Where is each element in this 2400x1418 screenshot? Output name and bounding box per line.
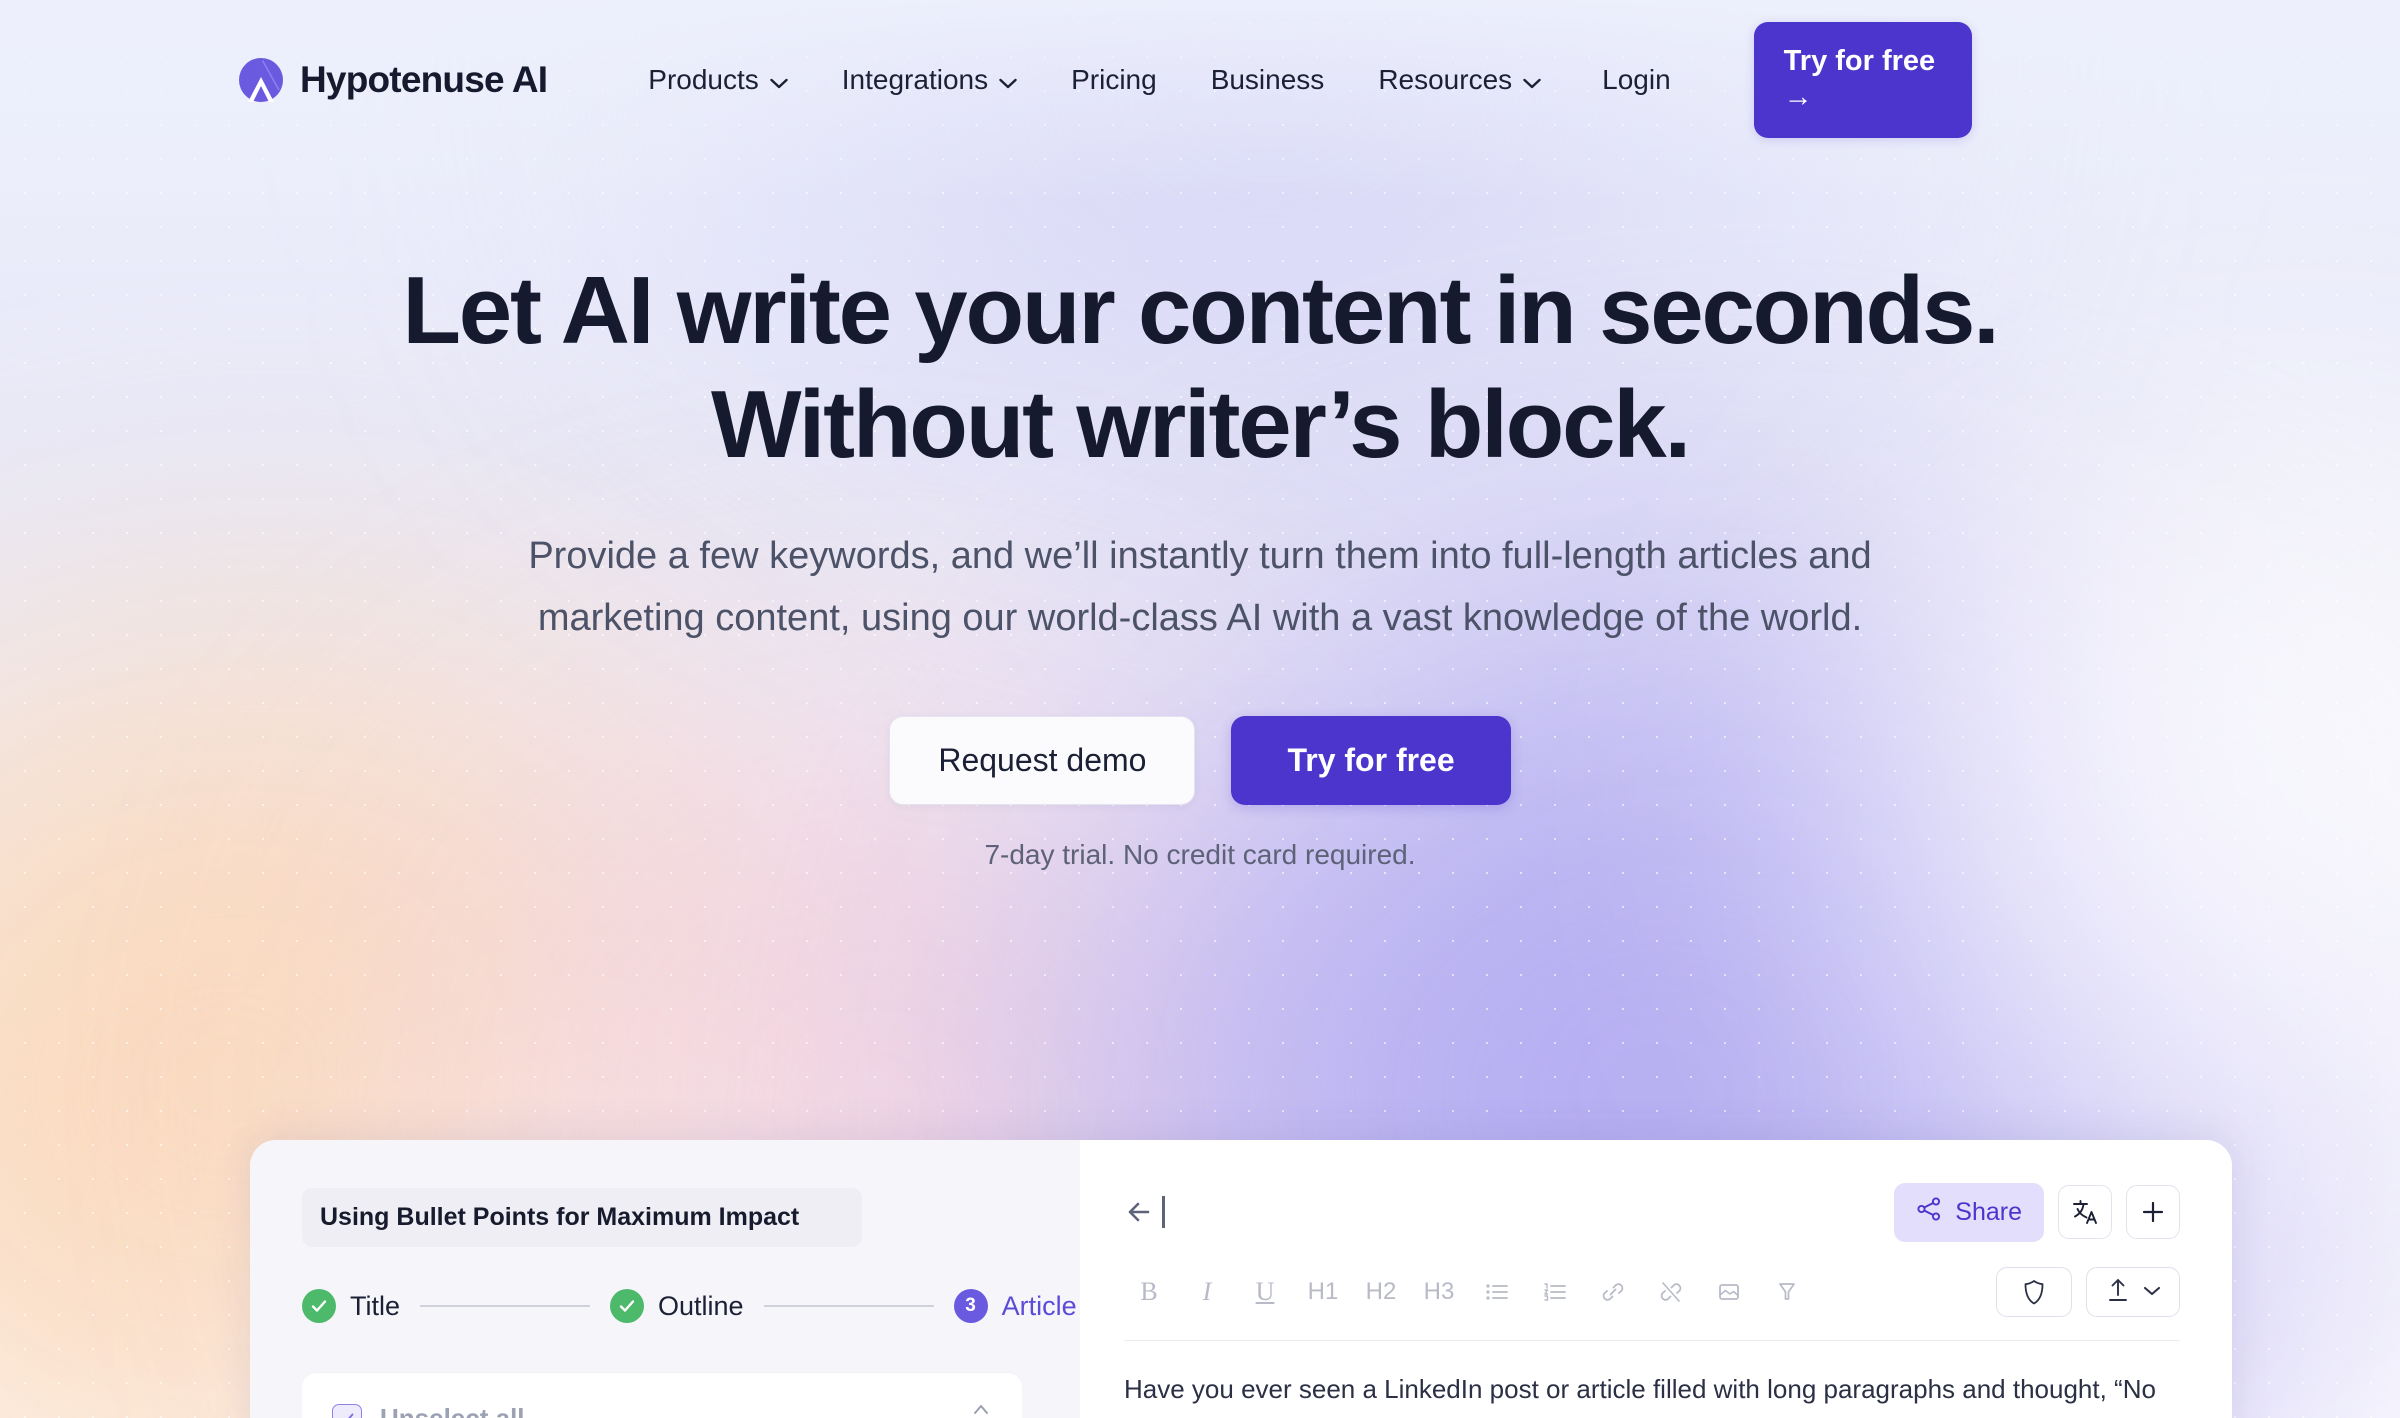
editor-body-text[interactable]: Have you ever seen a LinkedIn post or ar… (1124, 1369, 2180, 1418)
bold-icon[interactable]: B (1124, 1269, 1174, 1315)
article-stepper: Title Outline 3 Article (302, 1289, 1077, 1323)
image-icon[interactable] (1704, 1269, 1754, 1315)
translate-icon[interactable] (2058, 1185, 2112, 1239)
link-icon[interactable] (1588, 1269, 1638, 1315)
heading-3-icon[interactable]: H3 (1414, 1269, 1464, 1315)
hero-subheading: Provide a few keywords, and we’ll instan… (528, 535, 1872, 640)
hero-section: Let AI write your content in seconds. Wi… (0, 160, 2400, 871)
nav-item-business[interactable]: Business (1184, 54, 1352, 106)
nav-item-resources-label: Resources (1378, 64, 1513, 95)
share-button-label: Share (1955, 1197, 2022, 1226)
request-demo-button[interactable]: Request demo (889, 715, 1196, 805)
hero-cta-row: Request demo Try for free (0, 715, 2400, 805)
plus-icon[interactable] (2126, 1185, 2180, 1239)
chevron-down-icon (770, 64, 788, 96)
nav-item-integrations-label: Integrations (841, 64, 989, 95)
check-icon (302, 1289, 336, 1323)
nav-item-business-label: Business (1210, 64, 1325, 95)
share-button[interactable]: Share (1894, 1182, 2044, 1242)
italic-icon[interactable]: I (1182, 1269, 1232, 1315)
brand-logo-link[interactable]: Hypotenuse AI (238, 57, 548, 103)
trial-note: 7-day trial. No credit card required. (984, 838, 1416, 870)
site-header: Hypotenuse AI Products Integrations Pric… (0, 0, 2400, 160)
stepper-step-title[interactable]: Title (302, 1289, 400, 1323)
unselect-all-label: Unselect all (380, 1403, 525, 1418)
landing-page: Hypotenuse AI Products Integrations Pric… (0, 0, 2400, 1418)
app-preview-editor: Share B I U H1 H2 H3 Have you ever seen … (1080, 1140, 2232, 1418)
share-icon (1916, 1196, 1942, 1229)
nav-item-integrations[interactable]: Integrations (815, 54, 1044, 106)
nav-item-login-label: Login (1602, 64, 1671, 95)
nav-item-resources[interactable]: Resources (1351, 54, 1568, 106)
unlink-icon[interactable] (1646, 1269, 1696, 1315)
editor-divider (1124, 1340, 2180, 1341)
editor-actions: Share (1894, 1182, 2180, 1242)
chevron-down-icon (1523, 64, 1541, 96)
selection-panel: Unselect all (302, 1373, 1022, 1418)
nav-item-products-label: Products (648, 64, 759, 95)
hero-heading-line-1: Let AI write your content in seconds. (402, 257, 1999, 364)
unselect-all-checkbox[interactable] (332, 1403, 362, 1418)
stepper-connector (420, 1305, 591, 1307)
numbered-list-icon[interactable] (1530, 1269, 1580, 1315)
brand-name: Hypotenuse AI (300, 59, 548, 100)
underline-icon[interactable]: U (1240, 1269, 1290, 1315)
shield-icon[interactable] (1996, 1267, 2072, 1317)
heading-2-icon[interactable]: H2 (1356, 1269, 1406, 1315)
stepper-step-article-label: Article (1001, 1290, 1077, 1321)
nav-item-login[interactable]: Login (1568, 54, 1698, 106)
sort-updown-icon[interactable] (970, 1399, 992, 1418)
arrow-left-icon[interactable] (1124, 1196, 1165, 1228)
header-try-for-free-button[interactable]: Try for free → (1753, 22, 1972, 138)
upload-icon (2105, 1276, 2131, 1309)
nav-item-pricing[interactable]: Pricing (1044, 54, 1184, 106)
step-number-badge: 3 (953, 1289, 988, 1323)
heading-1-icon[interactable]: H1 (1298, 1269, 1348, 1315)
hero-heading-line-2: Without writer’s block. (711, 371, 1691, 479)
text-cursor (1162, 1196, 1165, 1228)
app-preview-sidebar: Using Bullet Points for Maximum Impact T… (250, 1140, 1080, 1418)
primary-navigation: Products Integrations Pricing Business R… (621, 54, 1697, 106)
stepper-step-outline[interactable]: Outline (610, 1289, 744, 1323)
app-preview-card: Using Bullet Points for Maximum Impact T… (250, 1140, 2232, 1418)
document-title-field[interactable]: Using Bullet Points for Maximum Impact (302, 1188, 862, 1247)
check-icon (610, 1289, 645, 1323)
page-title: Let AI write your content in seconds. Wi… (250, 254, 2150, 482)
editor-top-bar: Share (1124, 1182, 2180, 1242)
stepper-step-title-label: Title (350, 1290, 401, 1321)
bullet-list-icon[interactable] (1472, 1269, 1522, 1315)
nav-item-products[interactable]: Products (621, 54, 815, 106)
chevron-down-icon (999, 64, 1017, 96)
hypotenuse-logo-icon (238, 57, 284, 103)
editor-toolbar: B I U H1 H2 H3 (1124, 1266, 2180, 1318)
nav-item-pricing-label: Pricing (1071, 64, 1157, 95)
stepper-connector (763, 1305, 934, 1307)
stepper-step-article[interactable]: 3 Article (953, 1289, 1077, 1323)
editor-toolbar-right (1996, 1267, 2180, 1317)
chevron-down-icon (2143, 1283, 2161, 1301)
try-for-free-button[interactable]: Try for free (1231, 715, 1511, 805)
stepper-step-outline-label: Outline (658, 1290, 744, 1321)
highlighter-icon[interactable] (1762, 1269, 1812, 1315)
export-button[interactable] (2086, 1267, 2180, 1317)
